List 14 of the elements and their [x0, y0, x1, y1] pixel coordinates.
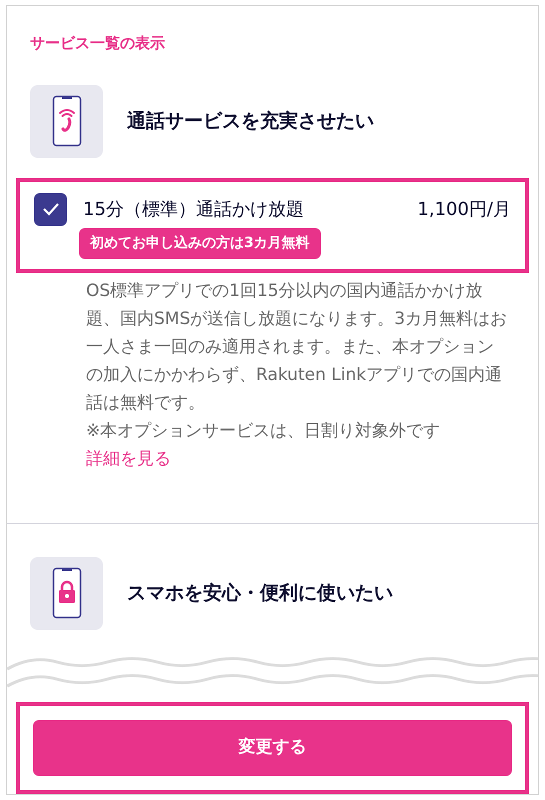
phone-lock-icon — [52, 567, 82, 619]
checkbox[interactable] — [34, 192, 67, 226]
option-name: 15分（標準）通話かけ放題 — [83, 198, 305, 222]
check-icon — [42, 202, 60, 216]
section-title: サービス一覧の表示 — [30, 33, 166, 54]
free-offer-badge: 初めてお申し込みの方は3カ月無料 — [79, 228, 321, 258]
phone-call-icon — [52, 95, 82, 147]
category-title: スマホを安心・便利に使いたい — [127, 580, 393, 606]
change-button[interactable]: 変更する — [33, 720, 512, 776]
option-note: ※本オプションサービスは、日割り対象外です — [86, 420, 442, 442]
option-price: 1,100円/月 — [417, 198, 511, 222]
category-title: 通話サービスを充実させたい — [127, 108, 374, 134]
option-description: OS標準アプリでの1回15分以内の国内通話かかけ放題、国内SMSが送信し放題になります。3カ月無料はお一人さま一回のみ適用されます。また、本オプションの加入にかかわらず、Rakuten Linkアプリでの国内通話は無料です。 — [86, 280, 508, 414]
details-link[interactable]: 詳細を見る — [86, 448, 171, 468]
